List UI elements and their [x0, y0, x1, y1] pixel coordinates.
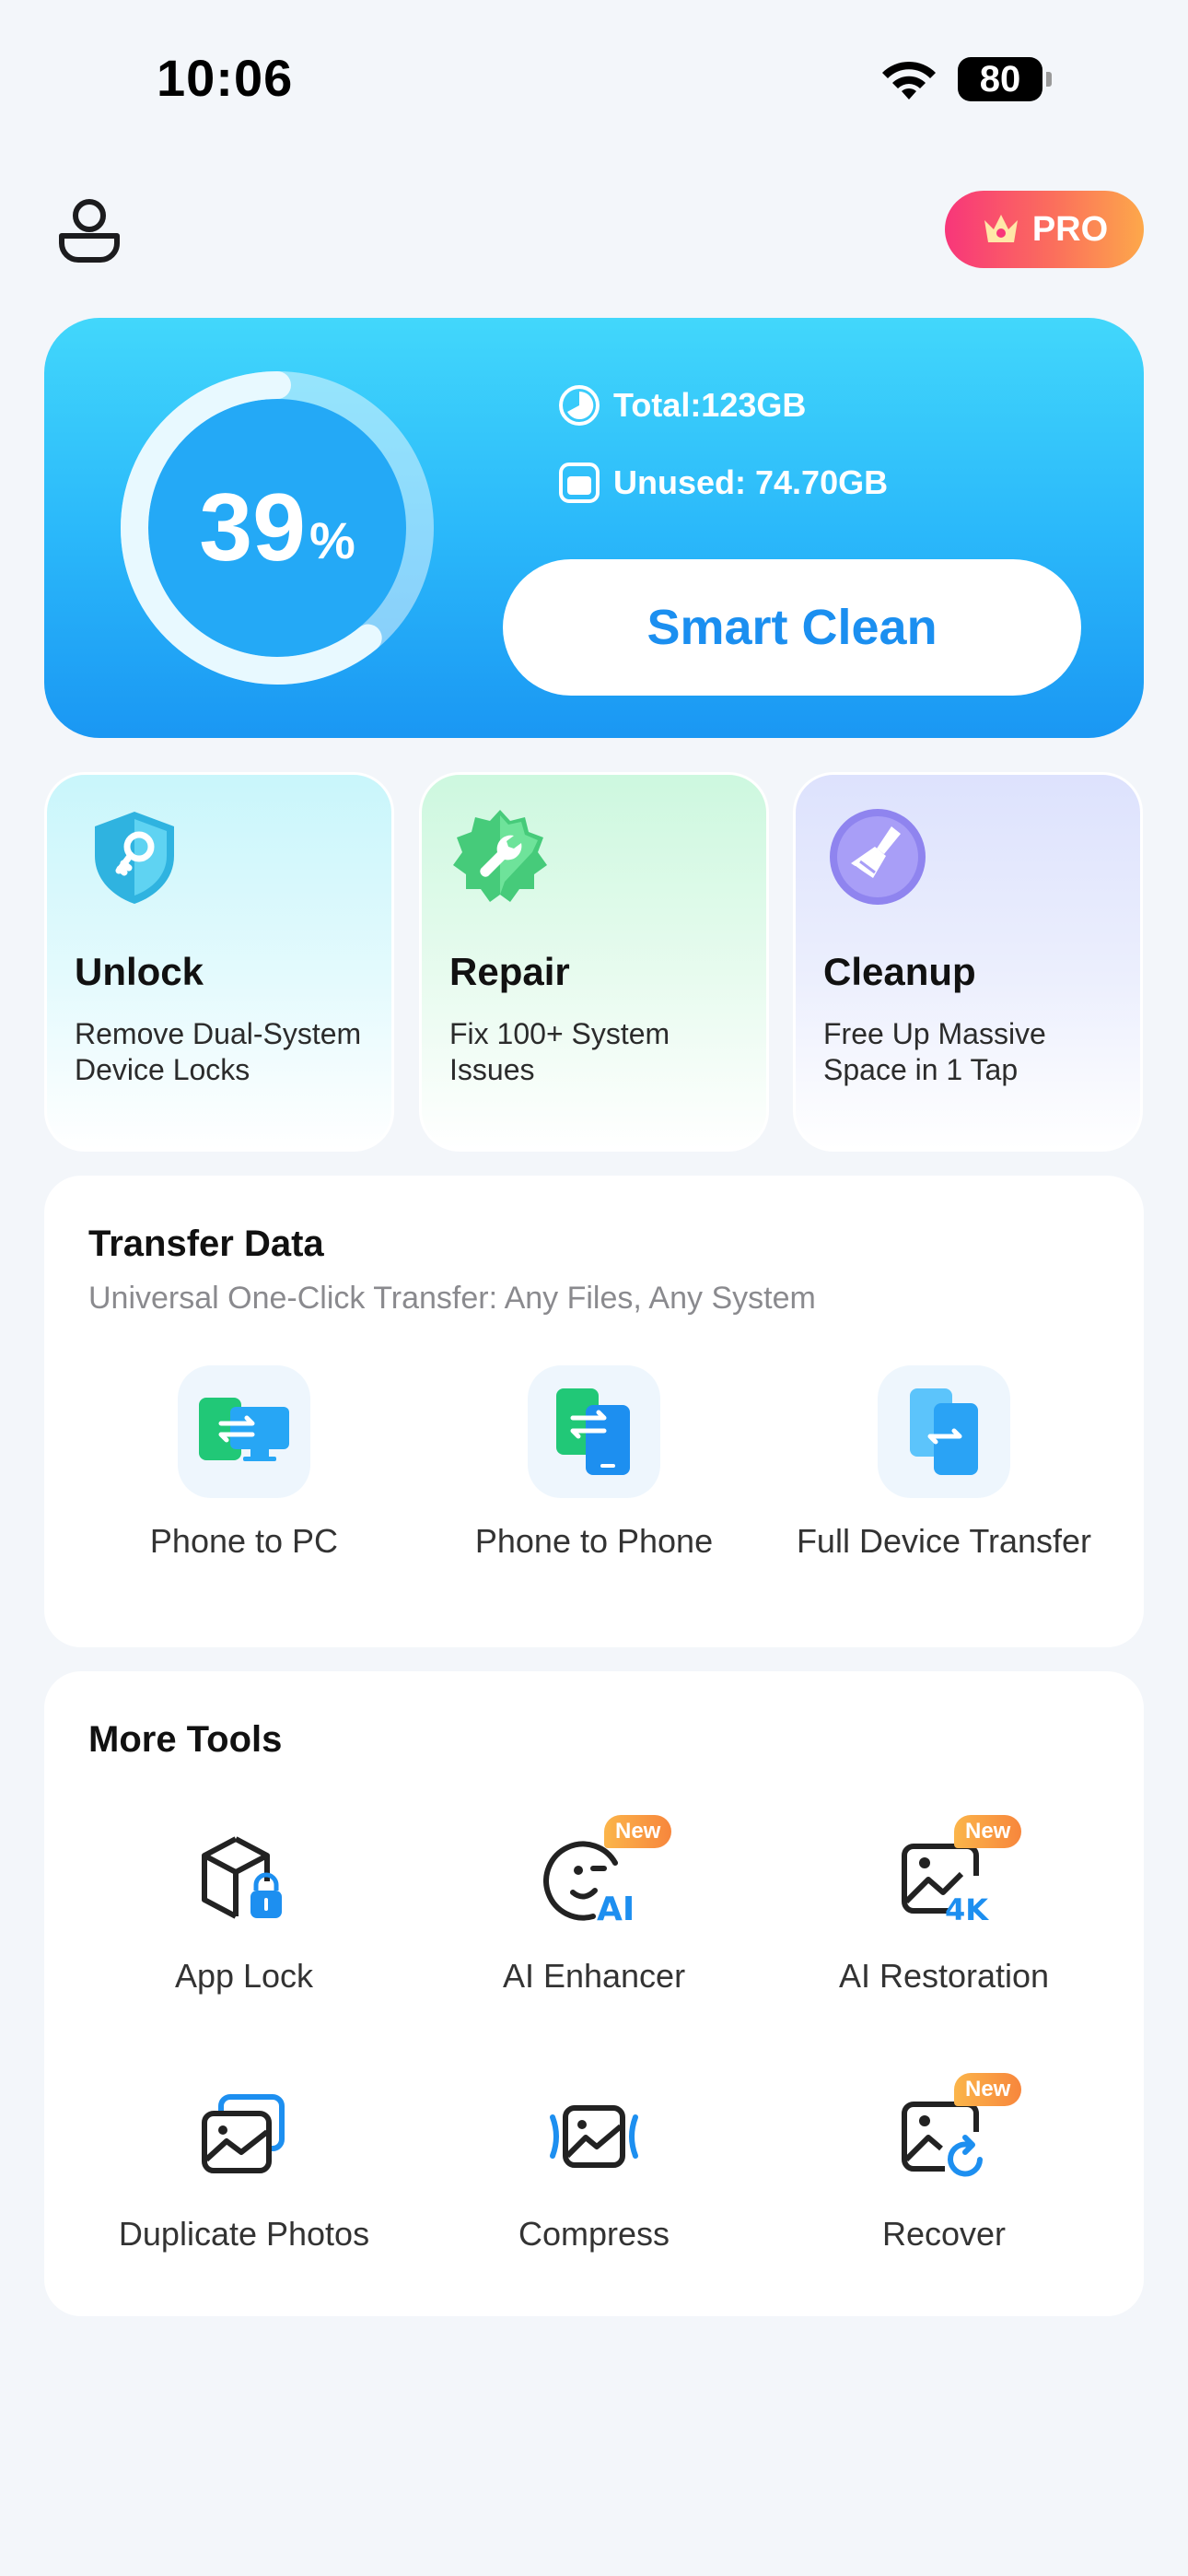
crown-icon — [984, 215, 1018, 242]
tool-label: App Lock — [174, 1957, 314, 1995]
transfer-label: Phone to Phone — [474, 1522, 714, 1560]
storage-total: Total:123GB — [613, 386, 807, 424]
wifi-icon — [882, 61, 936, 100]
feature-desc: Remove Dual-System Device Locks — [75, 1017, 362, 1086]
pro-button[interactable]: PRO — [945, 191, 1144, 268]
tools-title: More Tools — [88, 1719, 283, 1760]
more-tools-panel: More Tools App Lock AI New AI Enhancer 4… — [44, 1671, 1144, 2316]
tool-label: Recover — [881, 2215, 1007, 2253]
battery-indicator: 80 — [958, 57, 1052, 101]
profile-button[interactable] — [57, 197, 122, 263]
feature-title: Cleanup — [823, 950, 976, 993]
new-badge: New — [954, 2073, 1022, 2106]
phone-to-pc-icon — [199, 1398, 289, 1461]
tool-label: AI Enhancer — [502, 1957, 686, 1995]
svg-text:4K: 4K — [945, 1892, 989, 1927]
transfer-label: Phone to PC — [149, 1522, 339, 1560]
shield-key-icon — [95, 812, 174, 904]
feature-card-repair[interactable]: Repair Fix 100+ System Issues — [419, 772, 769, 1152]
feature-title: Unlock — [75, 950, 204, 993]
storage-unused: Unused: 74.70GB — [613, 463, 889, 501]
compress-icon — [550, 2105, 638, 2168]
tool-label: Duplicate Photos — [118, 2215, 370, 2253]
duplicate-photos-icon — [202, 2094, 285, 2173]
tool-recover[interactable]: New Recover — [769, 2073, 1119, 2254]
transfer-subtitle: Universal One-Click Transfer: Any Files,… — [88, 1281, 816, 1316]
phone-to-phone-icon — [556, 1388, 630, 1475]
feature-card-unlock[interactable]: Unlock Remove Dual-System Device Locks — [44, 772, 394, 1152]
transfer-label: Full Device Transfer — [796, 1522, 1092, 1560]
storage-total-row: Total:123GB — [558, 384, 806, 427]
feature-title: Repair — [449, 950, 570, 993]
feature-desc: Fix 100+ System Issues — [449, 1017, 670, 1086]
transfer-icon-box — [178, 1365, 310, 1498]
tool-compress[interactable]: Compress — [419, 2086, 769, 2254]
transfer-panel: Transfer Data Universal One-Click Transf… — [44, 1176, 1144, 1647]
transfer-icon-box — [878, 1365, 1010, 1498]
full-device-transfer-icon — [910, 1388, 978, 1475]
transfer-full-device[interactable]: Full Device Transfer — [769, 1365, 1119, 1561]
pro-label: PRO — [1031, 209, 1109, 249]
used-percent-sign: % — [309, 510, 355, 569]
storage-unused-row: Unused: 74.70GB — [558, 462, 888, 504]
tool-duplicate-photos[interactable]: Duplicate Photos — [69, 2086, 419, 2254]
tool-label: Compress — [518, 2215, 670, 2253]
tool-ai-enhancer[interactable]: AI New AI Enhancer — [419, 1815, 769, 1996]
transfer-phone-to-pc[interactable]: Phone to PC — [69, 1365, 419, 1561]
new-badge: New — [954, 1815, 1022, 1848]
status-bar: 10:06 80 — [0, 0, 1188, 157]
transfer-title: Transfer Data — [88, 1224, 324, 1264]
status-time: 10:06 — [157, 49, 294, 107]
broom-icon — [830, 809, 926, 905]
wrench-gear-icon — [453, 810, 547, 902]
storage-icon — [559, 463, 600, 503]
new-badge: New — [604, 1815, 672, 1848]
storage-card: 39 % Total:123GB Unused: 74.70GB Smart C… — [44, 318, 1144, 738]
tool-app-lock[interactable]: App Lock — [69, 1828, 419, 1996]
pie-chart-icon — [559, 385, 600, 426]
svg-text:AI: AI — [597, 1891, 635, 1928]
transfer-icon-box — [528, 1365, 660, 1498]
feature-desc: Free Up Massive Space in 1 Tap — [823, 1017, 1046, 1086]
tool-ai-restoration[interactable]: 4K New AI Restoration — [769, 1815, 1119, 1996]
used-percent: 39 % — [109, 359, 446, 697]
feature-card-cleanup[interactable]: Cleanup Free Up Massive Space in 1 Tap — [793, 772, 1143, 1152]
smart-clean-button[interactable]: Smart Clean — [503, 559, 1081, 696]
used-percent-number: 39 — [199, 474, 306, 581]
app-lock-icon — [202, 1836, 282, 1919]
tool-label: AI Restoration — [838, 1957, 1050, 1995]
user-icon — [59, 199, 120, 263]
transfer-phone-to-phone[interactable]: Phone to Phone — [419, 1365, 769, 1561]
